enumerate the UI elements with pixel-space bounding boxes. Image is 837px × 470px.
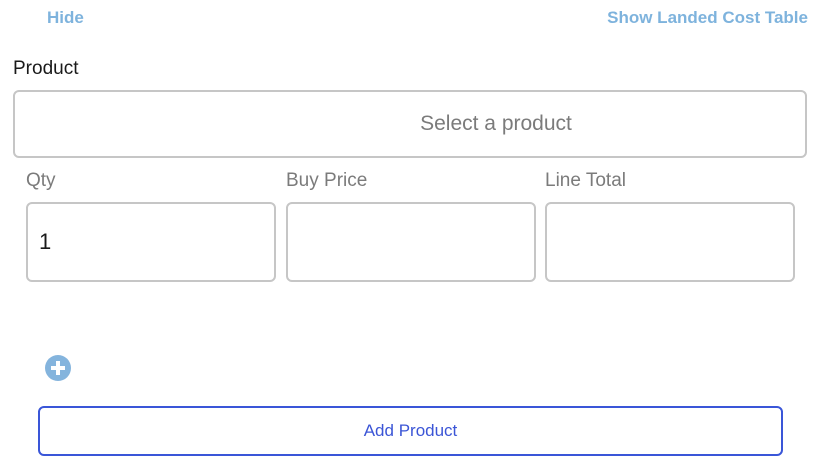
line-total-input[interactable]: [545, 202, 795, 282]
plus-circle-icon[interactable]: [45, 355, 71, 381]
buy-price-label: Buy Price: [286, 170, 368, 191]
product-select-placeholder: Select a product: [420, 112, 572, 135]
buy-price-input[interactable]: [286, 202, 536, 282]
product-label: Product: [13, 58, 79, 79]
qty-input[interactable]: 1: [26, 202, 276, 282]
hide-link[interactable]: Hide: [47, 8, 84, 28]
qty-label: Qty: [26, 170, 56, 191]
line-total-label: Line Total: [545, 170, 626, 191]
product-line-form: Hide Show Landed Cost Table Product Sele…: [0, 0, 837, 470]
product-select[interactable]: Select a product: [13, 90, 807, 158]
add-product-button[interactable]: Add Product: [38, 406, 783, 456]
show-landed-cost-table-link[interactable]: Show Landed Cost Table: [607, 8, 808, 28]
qty-value: 1: [39, 229, 52, 254]
add-product-label: Add Product: [363, 421, 458, 440]
